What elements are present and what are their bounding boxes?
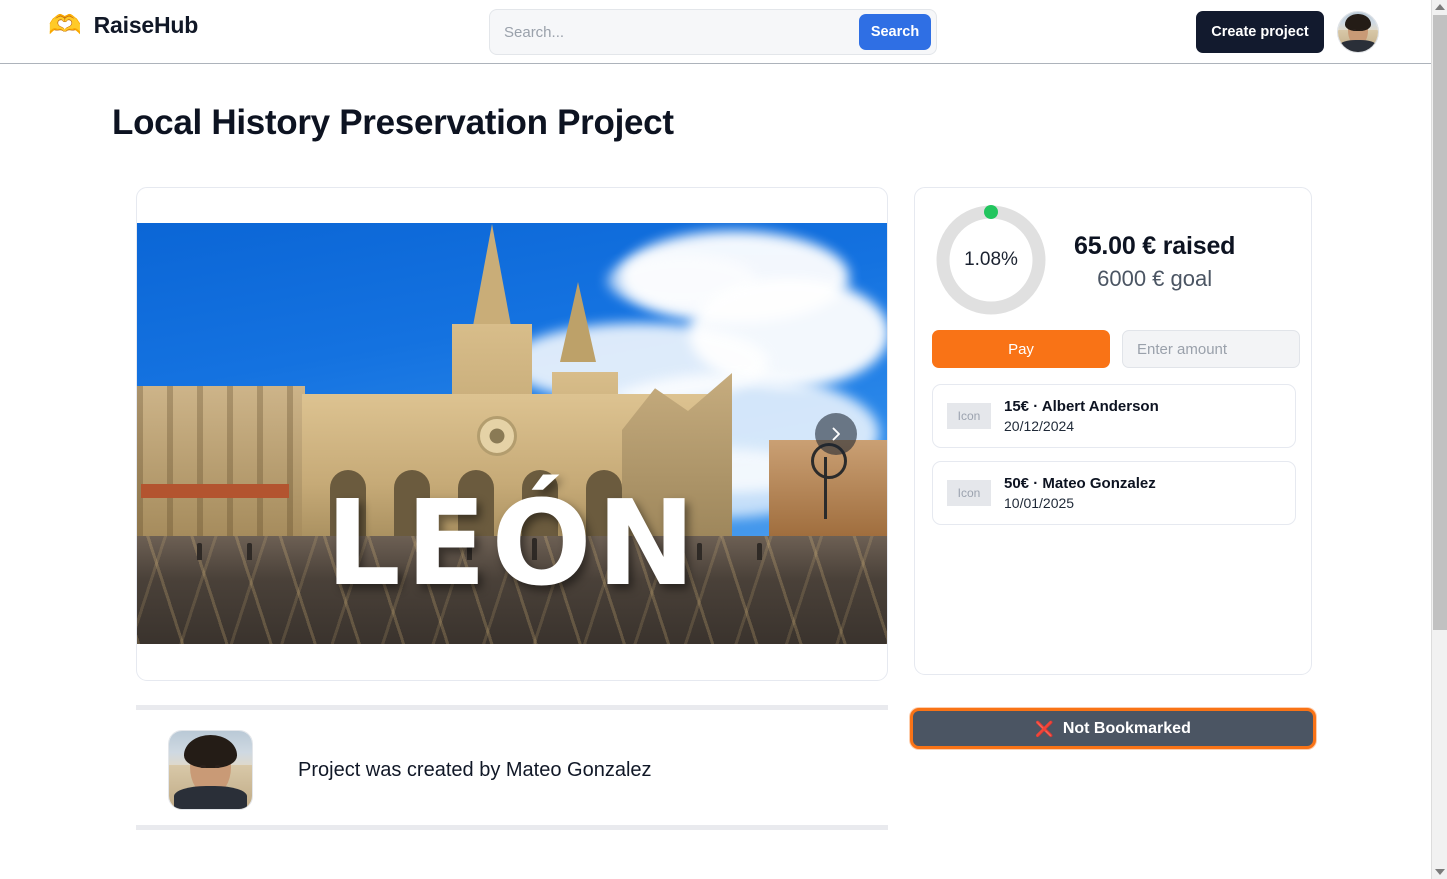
donation-list: Icon 15€ · Albert Anderson 20/12/2024 Ic… (932, 384, 1296, 538)
avatar[interactable] (1337, 11, 1379, 53)
heart-in-hand-icon: 🫶 (48, 10, 82, 40)
list-item[interactable]: Icon 15€ · Albert Anderson 20/12/2024 (932, 384, 1296, 448)
brand-name: RaiseHub (93, 12, 199, 38)
creator-avatar-image (169, 731, 252, 809)
list-item[interactable]: Icon 50€ · Mateo Gonzalez 10/01/2025 (932, 461, 1296, 525)
creator-text: Project was created by Mateo Gonzalez (298, 758, 652, 781)
page-title: Local History Preservation Project (112, 103, 674, 142)
donation-date: 20/12/2024 (1004, 418, 1075, 434)
donation-icon-placeholder: Icon (947, 480, 991, 506)
progress-summary: 1.08% 65.00 € raised 6000 € goal (932, 201, 1235, 319)
donation-icon-placeholder: Icon (947, 403, 991, 429)
scroll-down-arrow-icon[interactable] (1432, 865, 1447, 879)
carousel-image-leon: LEÓN (137, 223, 887, 644)
create-project-button[interactable]: Create project (1196, 11, 1324, 53)
creator-avatar[interactable] (168, 730, 253, 810)
raised-amount: 65.00 € raised (1074, 232, 1236, 260)
bookmark-toggle-button[interactable]: ❌ Not Bookmarked (910, 708, 1316, 749)
creator-row: Project was created by Mateo Gonzalez (168, 730, 652, 810)
cross-mark-icon: ❌ (1035, 720, 1054, 738)
donation-date: 10/01/2025 (1004, 495, 1075, 511)
bookmark-label: Not Bookmarked (1062, 719, 1191, 737)
divider-top (136, 705, 888, 710)
scroll-up-arrow-icon[interactable] (1432, 0, 1447, 14)
header-actions: Create project (1196, 11, 1379, 53)
scrollbar-thumb[interactable] (1433, 15, 1447, 630)
divider-bottom (136, 825, 888, 830)
amount-summary: 65.00 € raised 6000 € goal (1074, 228, 1235, 292)
amount-input[interactable] (1122, 330, 1300, 368)
search-button[interactable]: Search (859, 14, 931, 50)
carousel-image-caption: LEÓN (325, 474, 701, 613)
vertical-scrollbar[interactable] (1431, 0, 1447, 879)
image-carousel: LEÓN (137, 223, 887, 644)
pay-button[interactable]: Pay (932, 330, 1110, 368)
progress-ring: 1.08% (932, 201, 1050, 319)
avatar-image (1338, 12, 1378, 52)
payment-controls: Pay (932, 330, 1300, 368)
goal-amount: 6000 € goal (1097, 266, 1213, 291)
search-bar: Search (489, 9, 937, 55)
chevron-right-icon (832, 427, 840, 440)
donation-panel: 1.08% 65.00 € raised 6000 € goal Pay Ico… (914, 187, 1312, 675)
app-header: 🫶 RaiseHub Search Create project (0, 0, 1431, 64)
carousel-next-button[interactable] (815, 412, 857, 455)
donation-title: 50€ · Mateo Gonzalez (1004, 475, 1156, 492)
project-image-card: LEÓN (136, 187, 888, 681)
brand[interactable]: 🫶 RaiseHub (48, 12, 198, 39)
progress-percent-label: 1.08% (964, 249, 1018, 270)
donation-title: 15€ · Albert Anderson (1004, 398, 1159, 415)
search-input[interactable] (490, 10, 859, 54)
